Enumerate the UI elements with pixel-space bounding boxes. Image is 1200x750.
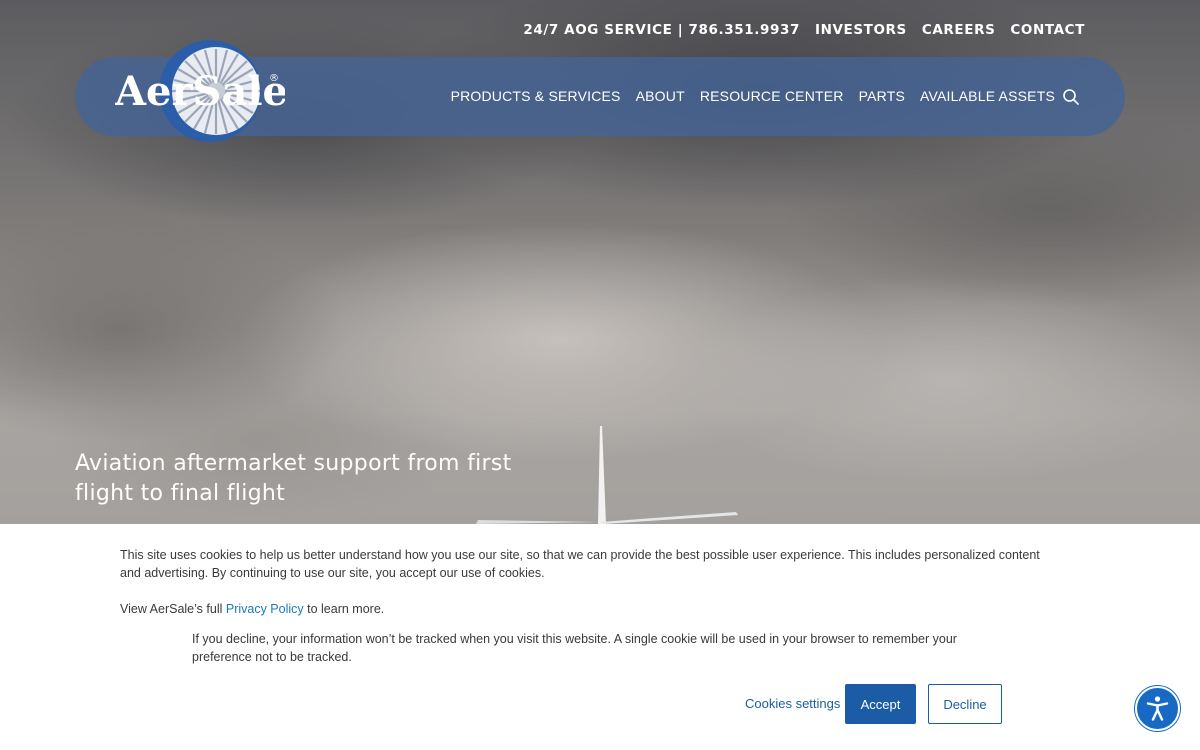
careers-link[interactable]: CAREERS [922,22,996,38]
cookie-banner: This site uses cookies to help us better… [0,524,1200,750]
aersale-logo[interactable]: AerSale ® [115,37,285,152]
utility-nav: 24/7 AOG SERVICE | 786.351.9937 INVESTOR… [523,22,1085,38]
investors-link[interactable]: INVESTORS [815,22,907,38]
nav-item-products-services[interactable]: PRODUCTS & SERVICES [451,88,621,104]
nav-item-resource-center[interactable]: RESOURCE CENTER [700,88,844,104]
accessibility-button[interactable] [1135,686,1180,731]
hero-tagline: Aviation aftermarket support from first … [75,451,512,506]
main-nav: PRODUCTS & SERVICES ABOUT RESOURCE CENTE… [451,88,1055,104]
search-icon[interactable] [1062,88,1080,106]
accessibility-icon [1146,696,1169,721]
turbine-logo-icon: AerSale ® [115,40,285,142]
cookies-settings-button[interactable]: Cookies settings [745,696,840,711]
nav-item-parts[interactable]: PARTS [859,88,905,104]
privacy-note: View AerSale’s full Privacy Policy to le… [120,600,384,618]
privacy-prefix: View AerSale’s full [120,602,226,616]
cookie-message: This site uses cookies to help us better… [120,548,1040,580]
aog-service-link[interactable]: 24/7 AOG SERVICE | 786.351.9937 [523,22,800,38]
privacy-suffix: to learn more. [303,602,385,616]
accept-button[interactable]: Accept [845,684,916,724]
nav-item-available-assets[interactable]: AVAILABLE ASSETS [920,88,1055,104]
decline-note: If you decline, your information won’t b… [192,632,957,664]
decline-button[interactable]: Decline [928,684,1002,724]
svg-text:AerSale: AerSale [115,68,285,115]
svg-text:®: ® [269,73,279,84]
privacy-policy-link[interactable]: Privacy Policy [226,602,304,616]
nav-item-about[interactable]: ABOUT [636,88,685,104]
main-navbar: AerSale ® PRODUCTS & SERVICES ABOUT RESO… [75,40,1125,142]
contact-link[interactable]: CONTACT [1010,22,1085,38]
